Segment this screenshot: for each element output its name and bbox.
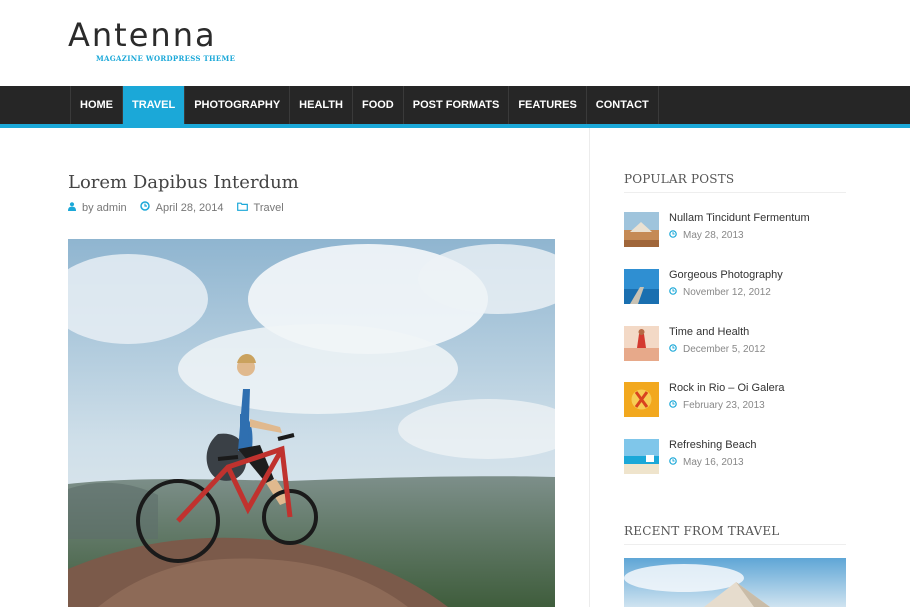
nav-item-health[interactable]: HEALTH [290,86,353,124]
popular-post-date-text: December 5, 2012 [683,344,766,355]
nav-item-photography[interactable]: PHOTOGRAPHY [185,86,291,124]
popular-post-date: November 12, 2012 [669,287,771,298]
post-thumbnail[interactable] [624,382,659,417]
site-tagline: MAGAZINE WORDPRESS THEME [96,54,236,63]
popular-post-item[interactable]: Time and Health December 5, 2012 [624,326,854,366]
nav-item-home[interactable]: HOME [71,86,123,124]
popular-post-title[interactable]: Refreshing Beach [669,439,756,451]
user-icon [68,201,76,214]
nav-item-post-formats[interactable]: POST FORMATS [404,86,510,124]
popular-post-item[interactable]: Nullam Tincidunt Fermentum May 28, 2013 [624,212,854,252]
popular-post-date: May 16, 2013 [669,457,744,468]
sidebar-divider [589,128,590,607]
nav-item-contact[interactable]: CONTACT [587,86,659,124]
post-thumbnail[interactable] [624,439,659,474]
popular-post-date-text: November 12, 2012 [683,287,771,298]
clock-icon [669,400,677,411]
popular-post-title[interactable]: Nullam Tincidunt Fermentum [669,212,810,224]
popular-post-item[interactable]: Gorgeous Photography November 12, 2012 [624,269,854,309]
recent-from-travel-title: RECENT FROM TRAVEL [624,524,780,538]
post-thumbnail[interactable] [624,326,659,361]
featured-image[interactable] [68,239,555,607]
post-thumbnail[interactable] [624,269,659,304]
post-author[interactable]: by admin [82,202,127,214]
recent-travel-image[interactable] [624,558,846,607]
nav-menu: HOME TRAVEL PHOTOGRAPHY HEALTH FOOD POST… [70,86,659,124]
post-date: April 28, 2014 [155,201,224,214]
recent-from-travel-rule [624,544,846,545]
popular-posts-title: POPULAR POSTS [624,172,735,186]
popular-post-date-text: February 23, 2013 [683,400,765,411]
nav-item-features[interactable]: FEATURES [509,86,587,124]
clock-icon [669,287,677,298]
popular-post-date: December 5, 2012 [669,344,765,355]
popular-post-title[interactable]: Time and Health [669,326,749,338]
post-category[interactable]: Travel [254,202,284,214]
clock-icon [669,230,677,241]
popular-post-title[interactable]: Rock in Rio – Oi Galera [669,382,785,394]
popular-post-item[interactable]: Rock in Rio – Oi Galera February 23, 201… [624,382,854,422]
clock-icon [139,201,150,214]
popular-post-item[interactable]: Refreshing Beach May 16, 2013 [624,439,854,479]
popular-posts-rule [624,192,846,193]
clock-icon [669,344,677,355]
site-header: Antenna MAGAZINE WORDPRESS THEME [0,0,910,86]
nav-item-food[interactable]: FOOD [353,86,404,124]
popular-post-date-text: May 28, 2013 [683,230,744,241]
clock-icon [669,457,677,468]
popular-post-title[interactable]: Gorgeous Photography [669,269,783,281]
nav-item-travel[interactable]: TRAVEL [123,86,186,124]
popular-post-date: February 23, 2013 [669,400,765,411]
folder-icon [236,202,248,214]
post-thumbnail[interactable] [624,212,659,247]
site-logo[interactable]: Antenna [68,16,217,54]
post-title[interactable]: Lorem Dapibus Interdum [68,172,299,193]
post-meta: by admin April 28, 2014 Travel [68,201,297,214]
main-navigation: HOME TRAVEL PHOTOGRAPHY HEALTH FOOD POST… [0,86,910,128]
popular-post-date: May 28, 2013 [669,230,744,241]
popular-post-date-text: May 16, 2013 [683,457,744,468]
